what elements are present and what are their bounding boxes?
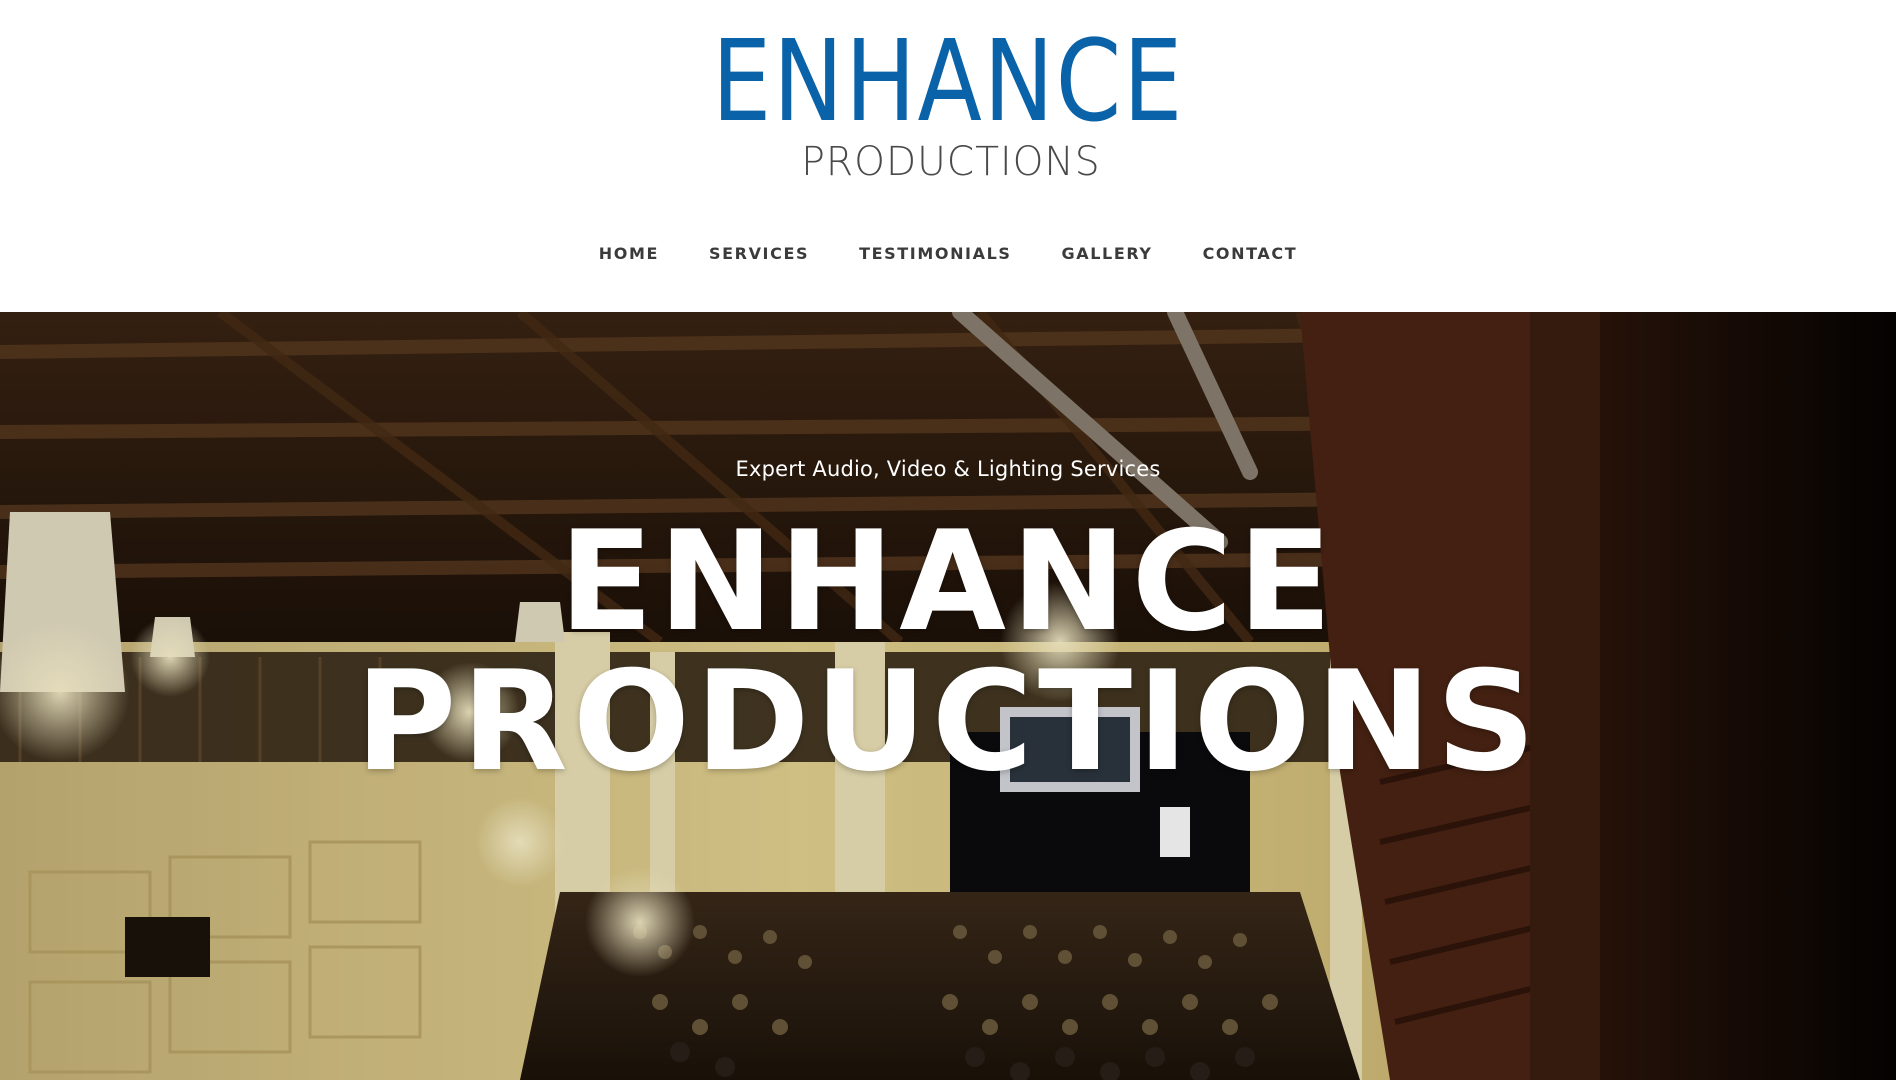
- hero-title-line-1: ENHANCE: [558, 501, 1338, 662]
- nav-item-gallery[interactable]: GALLERY: [1062, 240, 1153, 267]
- page: ENHANCE PRODUCTIONS HOME SERVICES TESTIM…: [0, 0, 1896, 1080]
- nav-item-services[interactable]: SERVICES: [709, 240, 809, 267]
- logo-main-text: ENHANCE: [711, 17, 1185, 147]
- hero-section: Expert Audio, Video & Lighting Services …: [0, 312, 1896, 1080]
- hero-tagline: Expert Audio, Video & Lighting Services: [735, 457, 1161, 481]
- hero-title: ENHANCE PRODUCTIONS: [0, 512, 1896, 792]
- nav-item-home[interactable]: HOME: [599, 240, 659, 267]
- site-logo[interactable]: ENHANCE PRODUCTIONS: [0, 26, 1896, 184]
- nav-item-testimonials[interactable]: TESTIMONIALS: [859, 240, 1011, 267]
- hero-title-line-2: PRODUCTIONS: [355, 641, 1541, 802]
- main-nav: HOME SERVICES TESTIMONIALS GALLERY CONTA…: [0, 240, 1896, 267]
- site-header: ENHANCE PRODUCTIONS HOME SERVICES TESTIM…: [0, 0, 1896, 312]
- logo-sub-text: PRODUCTIONS: [801, 139, 1101, 185]
- nav-item-contact[interactable]: CONTACT: [1203, 240, 1298, 267]
